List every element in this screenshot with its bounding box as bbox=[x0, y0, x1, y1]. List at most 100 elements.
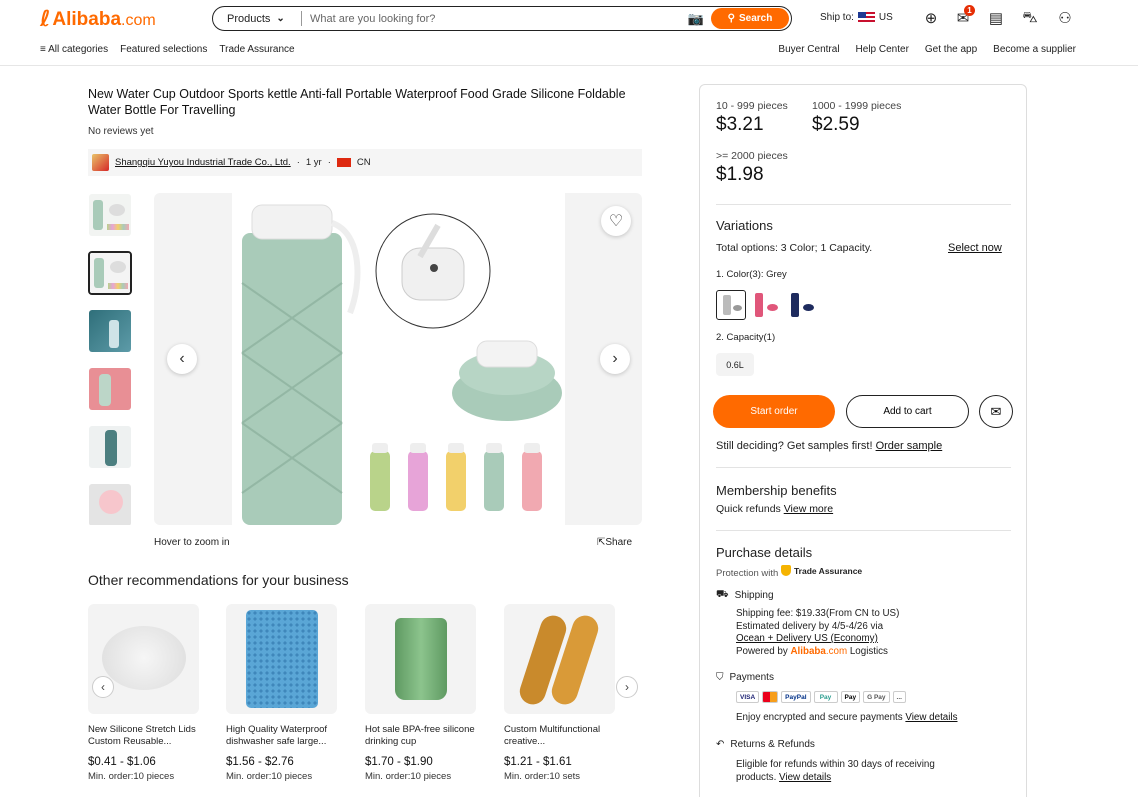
mail-icon: ✉ bbox=[990, 403, 1002, 419]
variations-total: Total options: 3 Color; 1 Capacity. bbox=[716, 242, 873, 254]
color-option-pink[interactable] bbox=[752, 290, 782, 320]
shipping-details: Shipping fee: $19.33(From CN to US) Esti… bbox=[736, 608, 899, 658]
paypal-icon: PayPal bbox=[781, 691, 811, 703]
tier-quantity: 10 - 999 pieces bbox=[716, 100, 788, 112]
previous-image-button[interactable]: ‹ bbox=[167, 344, 197, 374]
messages-icon[interactable]: ✉ 1 bbox=[953, 5, 975, 27]
payments-text: Enjoy encrypted and secure payments View… bbox=[736, 712, 958, 723]
start-order-button[interactable]: Start order bbox=[713, 395, 835, 428]
user-icon[interactable]: ⚇ bbox=[1055, 9, 1075, 27]
thumbnail-list bbox=[88, 193, 134, 525]
supplier-bar: Shangqiu Yuyou Industrial Trade Co., Ltd… bbox=[88, 149, 642, 176]
logo-suffix: .com bbox=[121, 11, 156, 29]
thumbnail-selected[interactable] bbox=[88, 251, 132, 295]
search-category-dropdown[interactable]: Products ⌄ bbox=[213, 13, 301, 25]
chevron-right-icon: › bbox=[625, 680, 629, 694]
reviews-status: No reviews yet bbox=[88, 126, 154, 137]
mastercard-icon: MC bbox=[762, 691, 779, 703]
price-tier: >= 2000 pieces $1.98 bbox=[716, 150, 788, 186]
recommendation-image bbox=[504, 604, 615, 714]
get-app-link[interactable]: Get the app bbox=[925, 44, 977, 55]
thumbnail[interactable] bbox=[88, 367, 132, 411]
tier-quantity: >= 2000 pieces bbox=[716, 150, 788, 162]
recommendations-title: Other recommendations for your business bbox=[88, 572, 349, 588]
recommendation-name: Hot sale BPA-free silicone drinking cup bbox=[365, 724, 475, 747]
contact-supplier-button[interactable]: ✉ bbox=[979, 395, 1013, 428]
samples-prompt: Still deciding? Get samples first! Order… bbox=[716, 440, 943, 452]
thumbnail[interactable] bbox=[88, 483, 132, 525]
color-option-grey[interactable] bbox=[716, 290, 746, 320]
camera-icon[interactable]: 📷 bbox=[685, 11, 707, 27]
become-supplier-link[interactable]: Become a supplier bbox=[993, 44, 1076, 55]
chevron-right-icon: › bbox=[612, 350, 618, 367]
recommendation-moq: Min. order:10 pieces bbox=[88, 771, 175, 782]
carousel-next-button[interactable]: › bbox=[616, 676, 638, 698]
search-input[interactable] bbox=[310, 12, 685, 25]
recommendation-image bbox=[365, 604, 476, 714]
shipping-title: ⛟ Shipping bbox=[716, 589, 774, 601]
trade-assurance-link[interactable]: Trade Assurance bbox=[219, 44, 294, 55]
membership-text: Quick refunds View more bbox=[716, 503, 834, 515]
divider bbox=[716, 530, 1011, 531]
returns-title: ↶ Returns & Refunds bbox=[716, 739, 815, 750]
search-button-label: Search bbox=[738, 13, 773, 24]
select-now-link[interactable]: Select now bbox=[948, 242, 1002, 254]
more-payments-icon: ... bbox=[892, 691, 906, 703]
chevron-left-icon: ‹ bbox=[101, 680, 105, 694]
alibaba-logo[interactable]: ℓ Alibaba.com bbox=[40, 7, 156, 32]
capacity-option[interactable]: 0.6L bbox=[716, 353, 754, 376]
buyer-central-link[interactable]: Buyer Central bbox=[778, 44, 839, 55]
google-pay-icon: G Pay bbox=[863, 691, 890, 703]
main-image-gallery[interactable]: ♡ ‹ › bbox=[154, 193, 642, 525]
product-image bbox=[232, 193, 565, 525]
price-tier: 1000 - 1999 pieces $2.59 bbox=[812, 100, 901, 136]
featured-selections-link[interactable]: Featured selections bbox=[120, 44, 207, 55]
thumbnail[interactable] bbox=[88, 309, 132, 353]
color-label: 1. Color(3): Grey bbox=[716, 269, 787, 280]
search-button[interactable]: ⚲ Search bbox=[711, 8, 789, 29]
trade-assurance-badge[interactable]: Trade Assurance bbox=[780, 565, 862, 576]
divider bbox=[716, 467, 1011, 468]
recommendation-card[interactable]: Custom Multifunctional creative... $1.21… bbox=[504, 604, 616, 782]
favorite-heart-icon[interactable]: ♡ bbox=[601, 206, 631, 236]
alibaba-logo-icon: ℓ bbox=[40, 7, 50, 32]
globe-icon[interactable]: ⊕ bbox=[921, 9, 941, 27]
carousel-prev-button[interactable]: ‹ bbox=[92, 676, 114, 698]
purchase-details-title: Purchase details bbox=[716, 545, 813, 560]
recommendation-price: $1.56 - $2.76 bbox=[226, 756, 294, 768]
selected-color: Grey bbox=[766, 269, 787, 280]
recommendation-price: $1.21 - $1.61 bbox=[504, 756, 572, 768]
help-center-link[interactable]: Help Center bbox=[856, 44, 909, 55]
orders-icon[interactable]: ▤ bbox=[986, 9, 1006, 27]
thumbnail[interactable] bbox=[88, 425, 132, 469]
divider bbox=[716, 204, 1011, 205]
chevron-left-icon: ‹ bbox=[179, 350, 185, 367]
add-to-cart-button[interactable]: Add to cart bbox=[846, 395, 969, 428]
shipping-method-link[interactable]: Ocean + Delivery US (Economy) bbox=[736, 633, 878, 644]
recommendation-card[interactable]: Hot sale BPA-free silicone drinking cup … bbox=[365, 604, 477, 782]
ship-to-selector[interactable]: Ship to: US bbox=[820, 12, 893, 23]
payments-title: ⛉ Payments bbox=[716, 672, 774, 683]
us-flag-icon bbox=[857, 12, 875, 23]
returns-view-details-link[interactable]: View details bbox=[779, 772, 831, 783]
all-categories-menu[interactable]: ≡ All categories bbox=[40, 44, 108, 55]
cn-flag-icon bbox=[336, 158, 351, 167]
share-button[interactable]: ⇱Share bbox=[597, 537, 632, 548]
estimated-delivery: Estimated delivery by 4/5-4/26 via bbox=[736, 620, 884, 632]
tier-price: $3.21 bbox=[716, 114, 764, 135]
cart-icon[interactable]: ⛍ bbox=[1020, 9, 1040, 28]
color-option-navy[interactable] bbox=[788, 290, 818, 320]
hover-zoom-hint: Hover to zoom in bbox=[154, 537, 230, 548]
next-image-button[interactable]: › bbox=[600, 344, 630, 374]
payment-methods: VISA MC PayPal Pay Pay G Pay ... bbox=[736, 691, 906, 703]
order-sample-link[interactable]: Order sample bbox=[876, 440, 943, 452]
supplier-name-link[interactable]: Shangqiu Yuyou Industrial Trade Co., Ltd… bbox=[115, 157, 291, 168]
search-category-label: Products bbox=[227, 12, 271, 25]
product-illustration bbox=[241, 204, 562, 525]
recommendation-card[interactable]: High Quality Waterproof dishwasher safe … bbox=[226, 604, 338, 782]
payments-view-details-link[interactable]: View details bbox=[905, 712, 957, 723]
view-more-link[interactable]: View more bbox=[784, 503, 833, 515]
thumbnail[interactable] bbox=[88, 193, 132, 237]
color-swatches bbox=[716, 290, 818, 320]
logo-text: Alibaba bbox=[52, 8, 122, 30]
